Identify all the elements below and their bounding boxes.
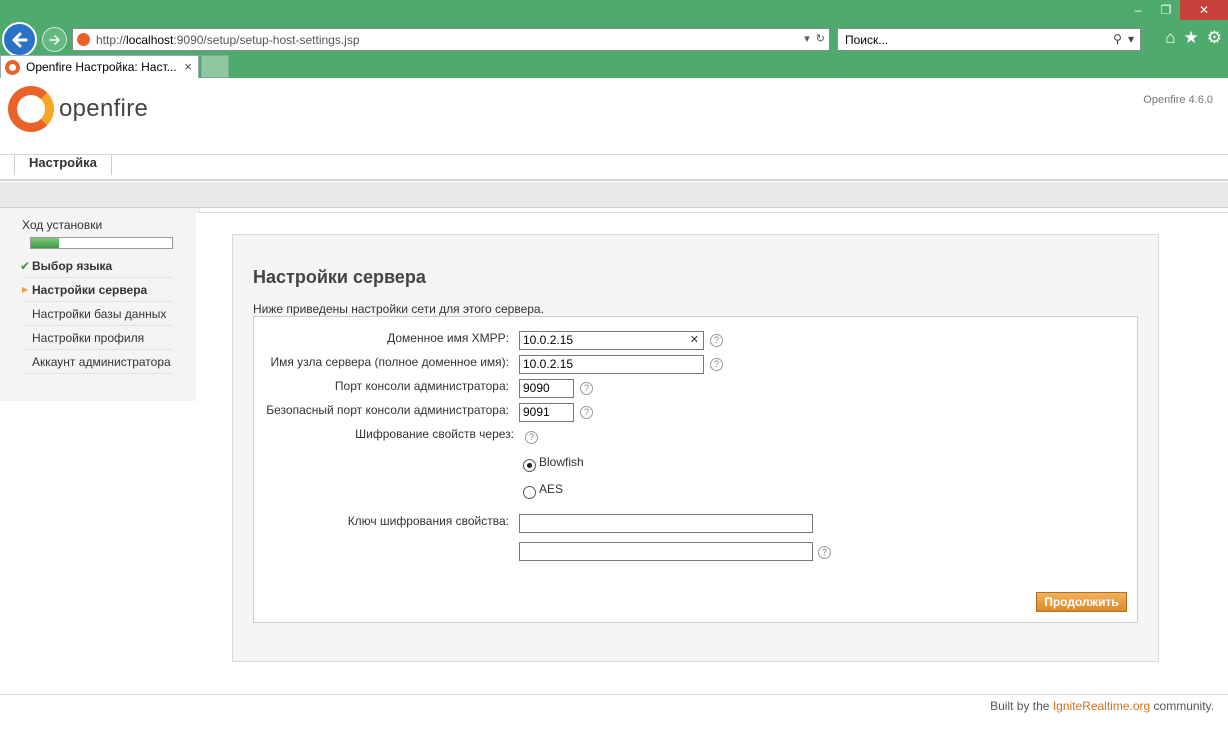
radio-blowfish[interactable] xyxy=(523,459,536,472)
sub-nav-bar xyxy=(0,182,1228,208)
step-server-settings: ▶ Настройки сервера xyxy=(22,278,172,302)
address-bar[interactable]: http://localhost:9090/setup/setup-host-s… xyxy=(72,28,830,51)
encryption-key-input[interactable] xyxy=(519,514,813,533)
page-title: Настройки сервера xyxy=(253,267,426,287)
secure-port-input[interactable]: 9091 xyxy=(519,403,574,422)
search-input[interactable]: Поиск... ⚲ ▾ xyxy=(837,28,1141,51)
progress-title: Ход установки xyxy=(22,218,103,232)
page-favicon-icon xyxy=(77,33,90,46)
help-icon[interactable]: ? xyxy=(525,431,538,444)
help-icon[interactable]: ? xyxy=(580,382,593,395)
back-button[interactable] xyxy=(2,22,37,57)
tab-close-icon[interactable]: × xyxy=(184,59,192,74)
favorites-star-icon[interactable]: ★ xyxy=(1184,28,1199,48)
help-icon[interactable]: ? xyxy=(710,334,723,347)
xmpp-domain-value: 10.0.2.15 xyxy=(523,333,574,347)
footer-divider xyxy=(0,694,1228,695)
openfire-flame-icon xyxy=(8,86,54,132)
help-icon[interactable]: ? xyxy=(818,546,831,559)
version-label: Openfire 4.6.0 xyxy=(1143,94,1213,106)
ignite-realtime-link[interactable]: IgniteRealtime.org xyxy=(1053,699,1150,713)
fqdn-input[interactable]: 10.0.2.15 xyxy=(519,355,704,374)
fqdn-value: 10.0.2.15 xyxy=(523,357,574,371)
triangle-right-icon: ▶ xyxy=(22,285,29,294)
help-icon[interactable]: ? xyxy=(710,358,723,371)
admin-port-input[interactable]: 9090 xyxy=(519,379,574,398)
restore-button[interactable]: ❐ xyxy=(1152,0,1180,20)
encryption-label: Шифрование свойств через: xyxy=(355,427,514,441)
footer: Built by the IgniteRealtime.org communit… xyxy=(990,699,1214,713)
radio-aes[interactable] xyxy=(523,486,536,499)
url-prefix: http:// xyxy=(96,32,127,47)
browser-chrome: – ❐ ✕ http://localhost:9090/setup/setup-… xyxy=(0,0,1228,78)
step-label: Аккаунт администратора xyxy=(32,355,171,369)
page-header: openfire Openfire 4.6.0 xyxy=(0,78,1228,155)
check-icon: ✔ xyxy=(20,259,31,273)
fqdn-label: Имя узла сервера (полное доменное имя): xyxy=(270,355,509,369)
step-profile-settings: Настройки профиля xyxy=(22,326,172,350)
step-label: Настройки профиля xyxy=(32,331,145,345)
footer-prefix: Built by the xyxy=(990,699,1053,713)
help-icon[interactable]: ? xyxy=(580,406,593,419)
browser-toolbar: ⌂ ★ ⚙ xyxy=(1165,28,1222,48)
tab-title: Openfire Настройка: Наст... xyxy=(26,60,177,74)
setup-steps: ✔ Выбор языка ▶ Настройки сервера Настройк… xyxy=(20,254,172,374)
aes-label: AES xyxy=(539,482,564,496)
window-controls: – ❐ ✕ xyxy=(1124,0,1228,20)
footer-suffix: community. xyxy=(1150,699,1214,713)
openfire-favicon-icon xyxy=(5,59,20,75)
page-description: Ниже приведены настройки сети для этого … xyxy=(253,302,544,316)
settings-form: Доменное имя XMPP: 10.0.2.15 ✕ ? Имя узл… xyxy=(253,316,1138,623)
admin-port-label: Порт консоли администратора: xyxy=(334,379,509,393)
minimize-button[interactable]: – xyxy=(1124,0,1152,20)
secure-port-value: 9091 xyxy=(523,405,550,419)
step-language: ✔ Выбор языка xyxy=(20,254,172,278)
progress-fill xyxy=(31,238,60,248)
xmpp-domain-label: Доменное имя XMPP: xyxy=(387,331,509,345)
xmpp-domain-input[interactable]: 10.0.2.15 ✕ xyxy=(519,331,704,350)
setup-sidebar: Ход установки ✔ Выбор языка ▶ Настройки се… xyxy=(0,208,200,401)
server-settings-panel: Настройки сервера Ниже приведены настрой… xyxy=(232,234,1159,662)
clear-icon[interactable]: ✕ xyxy=(690,332,699,349)
openfire-logo: openfire xyxy=(8,86,148,132)
encryption-key-confirm-input[interactable] xyxy=(519,542,813,561)
logo-text: openfire xyxy=(59,95,149,122)
search-icon[interactable]: ⚲ xyxy=(1113,32,1122,46)
arrow-right-icon xyxy=(48,34,60,45)
continue-button[interactable]: Продолжить xyxy=(1036,592,1127,612)
search-placeholder: Поиск... xyxy=(845,32,889,47)
browser-tab[interactable]: Openfire Настройка: Наст... × xyxy=(0,55,199,78)
admin-port-value: 9090 xyxy=(523,381,550,395)
url-path: :9090/setup/setup-host-settings.jsp xyxy=(173,32,360,47)
dropdown-arrow-icon[interactable]: ▾ xyxy=(804,32,810,45)
step-label: Настройки базы данных xyxy=(32,307,167,321)
url-host: localhost xyxy=(126,32,174,47)
tab-setup[interactable]: Настройка xyxy=(14,155,112,175)
blowfish-label: Blowfish xyxy=(539,455,584,469)
close-window-button[interactable]: ✕ xyxy=(1180,0,1228,20)
step-label: Выбор языка xyxy=(32,259,113,273)
step-admin-account: Аккаунт администратора xyxy=(22,350,172,374)
home-icon[interactable]: ⌂ xyxy=(1165,28,1175,48)
new-tab-button[interactable] xyxy=(201,55,229,78)
gear-icon[interactable]: ⚙ xyxy=(1207,28,1222,48)
arrow-left-icon xyxy=(12,32,27,47)
search-dropdown-icon[interactable]: ▾ xyxy=(1128,32,1134,46)
encryption-key-label: Ключ шифрования свойства: xyxy=(347,514,509,528)
forward-button[interactable] xyxy=(42,27,67,52)
step-database-settings: Настройки базы данных xyxy=(22,302,172,326)
refresh-icon[interactable]: ↻ xyxy=(816,32,825,45)
setup-progress-bar xyxy=(30,237,173,249)
secure-port-label: Безопасный порт консоли администратора: xyxy=(266,403,509,417)
step-label: Настройки сервера xyxy=(32,283,148,297)
main-nav: Настройка xyxy=(0,155,1228,181)
